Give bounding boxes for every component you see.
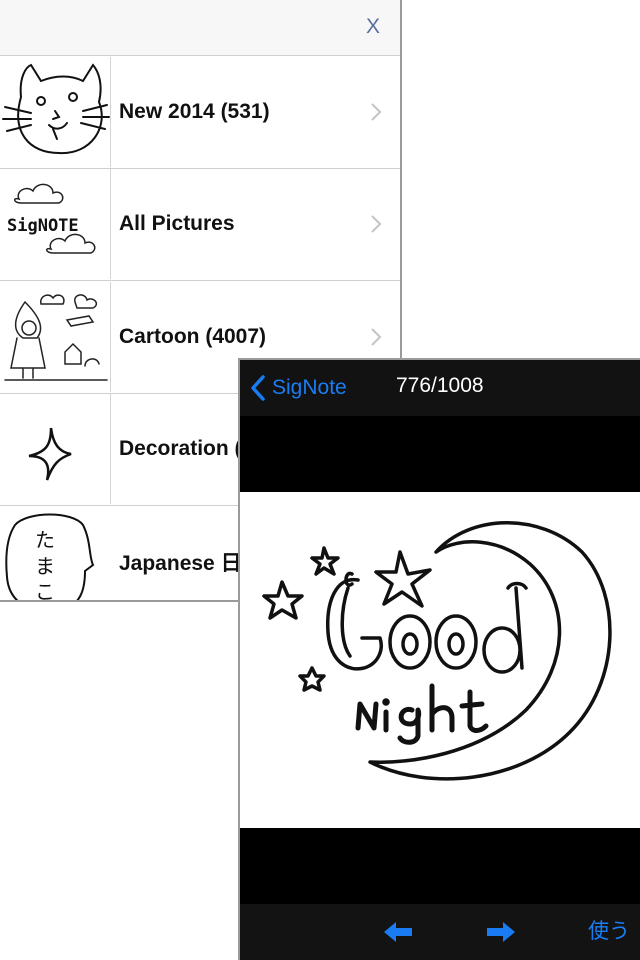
viewer-nav-bar: SigNote 776/1008 — [240, 360, 640, 416]
picture-viewer: SigNote 776/1008 使う — [238, 358, 640, 960]
sparkle-doodle-thumbnail — [1, 394, 111, 505]
list-item-all-pictures[interactable]: SigNOTE All Pictures — [0, 169, 400, 281]
girl-clouds-doodle-thumbnail — [1, 281, 111, 392]
list-item-label: All Pictures — [119, 212, 235, 236]
list-item-label: New 2014 (531) — [119, 99, 270, 123]
svg-text:た: た — [35, 528, 55, 552]
speech-bubble-doodle-thumbnail: た ま こ — [1, 507, 111, 602]
arrow-right-icon[interactable] — [485, 916, 517, 948]
chevron-right-icon — [371, 103, 382, 121]
chevron-right-icon — [371, 328, 382, 346]
list-item-label: Cartoon (4007) — [119, 324, 267, 348]
good-night-drawing[interactable] — [240, 492, 640, 828]
back-button-label: SigNote — [272, 376, 347, 399]
svg-text:こ: こ — [35, 580, 55, 602]
close-button[interactable]: X — [358, 12, 388, 42]
cat-doodle-thumbnail — [1, 56, 111, 167]
viewer-toolbar: 使う — [240, 904, 640, 960]
picture-counter: 776/1008 — [396, 374, 484, 397]
back-button[interactable]: SigNote — [250, 372, 347, 404]
svg-text:ま: ま — [35, 554, 55, 578]
signote-doodle-thumbnail: SigNOTE — [1, 169, 111, 280]
svg-text:SigNOTE: SigNOTE — [7, 216, 79, 236]
list-item-label: Japanese 日 — [119, 552, 242, 576]
chevron-left-icon — [251, 375, 265, 401]
chevron-right-icon — [371, 215, 382, 233]
use-button[interactable]: 使う — [588, 916, 630, 948]
list-item-new-2014[interactable]: New 2014 (531) — [0, 56, 400, 169]
list-header: X — [0, 0, 400, 56]
list-item-label: Decoration ( — [119, 437, 242, 461]
arrow-left-icon[interactable] — [382, 916, 414, 948]
